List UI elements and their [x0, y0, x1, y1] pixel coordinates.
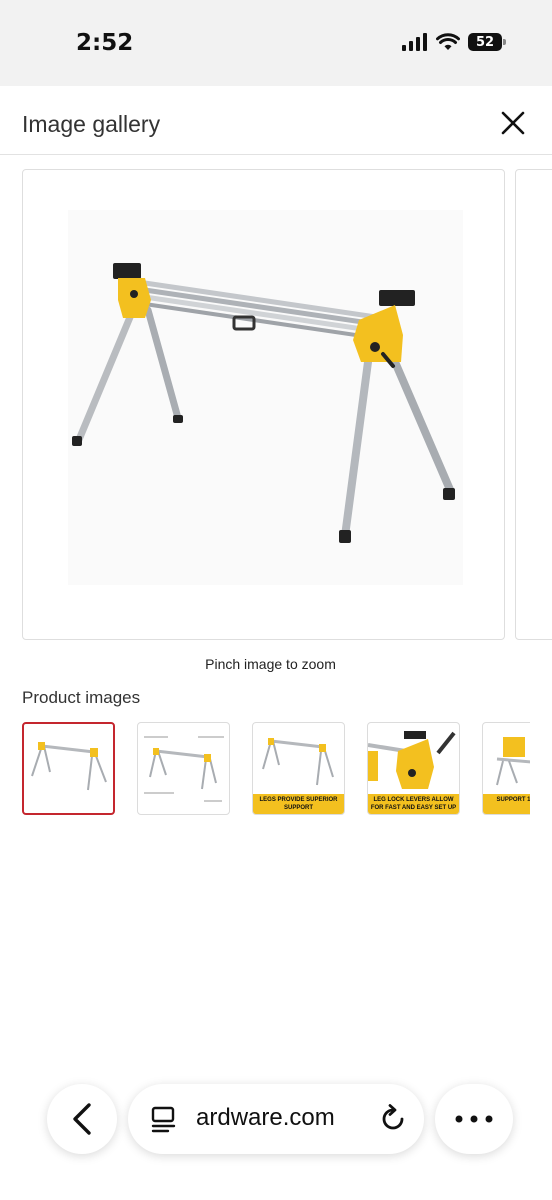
cellular-signal-icon	[402, 33, 427, 51]
browser-toolbar: ardware.com	[0, 1072, 552, 1168]
thumbnail-image	[144, 736, 224, 802]
thumbnail-banner: LEG LOCK LEVERS ALLOW FOR FAST AND EASY …	[368, 794, 459, 814]
more-dots-icon	[455, 1115, 493, 1123]
status-time: 2:52	[76, 30, 134, 56]
zoom-hint: Pinch image to zoom	[205, 656, 336, 672]
thumbnail-banner: LEGS PROVIDE SUPERIOR SUPPORT	[253, 794, 344, 814]
chevron-left-icon	[73, 1103, 91, 1135]
status-icons: 52	[402, 33, 506, 51]
thumbnail-5[interactable]: SUPPORT 16 FT. OF M	[482, 722, 530, 815]
wifi-icon	[436, 33, 460, 50]
thumbnail-banner: SUPPORT 16 FT. OF M	[483, 794, 530, 814]
url-text: ardware.com	[196, 1104, 335, 1131]
product-images-heading: Product images	[22, 688, 141, 707]
reload-icon[interactable]	[378, 1104, 408, 1134]
more-options-button[interactable]	[435, 1084, 513, 1154]
gallery-header: Image gallery	[0, 86, 552, 155]
miter-saw-stand-image	[68, 210, 463, 585]
thumbnail-1[interactable]	[22, 722, 115, 815]
next-product-image-peek[interactable]	[515, 169, 552, 640]
thumbnail-3[interactable]: LEGS PROVIDE SUPERIOR SUPPORT	[252, 722, 345, 815]
thumbnail-4[interactable]: LEG LOCK LEVERS ALLOW FOR FAST AND EASY …	[367, 722, 460, 815]
close-icon[interactable]	[500, 110, 526, 136]
main-product-image[interactable]	[22, 169, 505, 640]
thumbnail-2[interactable]	[137, 722, 230, 815]
tab-overview-icon	[151, 1106, 176, 1133]
page-title: Image gallery	[22, 111, 161, 137]
address-bar[interactable]: ardware.com	[128, 1084, 424, 1154]
thumbnail-strip[interactable]: LEGS PROVIDE SUPERIOR SUPPORT LEG LOCK L…	[22, 722, 530, 816]
back-button[interactable]	[47, 1084, 117, 1154]
status-bar: 2:52 52	[0, 0, 552, 86]
thumbnail-image	[31, 742, 107, 791]
battery-indicator: 52	[468, 33, 506, 51]
